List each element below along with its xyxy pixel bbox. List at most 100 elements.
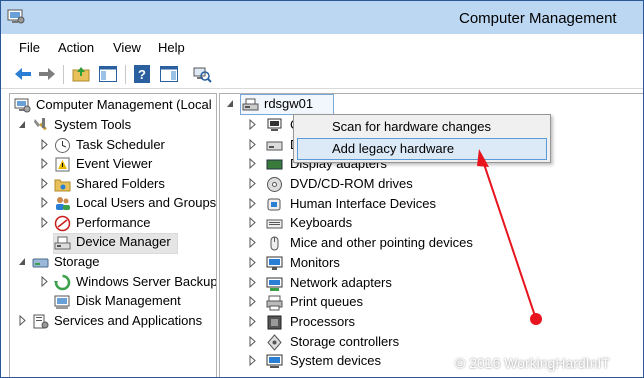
collapsed-arrow-icon[interactable] bbox=[248, 296, 257, 307]
disk-management-icon bbox=[54, 295, 70, 309]
device-category-label: Processors bbox=[290, 314, 356, 329]
add-legacy-hardware-item[interactable]: Add legacy hardware bbox=[332, 141, 454, 156]
tree-label: Services and Applications bbox=[54, 313, 203, 328]
tree-label: Local Users and Groups bbox=[76, 195, 217, 210]
device-category-label: Keyboards bbox=[290, 215, 353, 230]
display-adapter-icon bbox=[266, 159, 283, 170]
computer-management-window: Computer Management File Action View Hel… bbox=[0, 0, 644, 378]
disk-drive-icon bbox=[266, 141, 283, 151]
tree-label: Task Scheduler bbox=[76, 137, 165, 152]
collapsed-arrow-icon[interactable] bbox=[40, 217, 49, 228]
menu-view[interactable]: View bbox=[113, 40, 141, 55]
device-tree-root[interactable]: rdsgw01 bbox=[226, 94, 336, 115]
back-icon[interactable] bbox=[13, 64, 33, 84]
storage-icon bbox=[32, 258, 49, 268]
performance-icon bbox=[54, 215, 71, 232]
copyright-watermark: © 2016 WorkingHardInIT bbox=[455, 355, 610, 371]
context-menu: Scan for hardware changes Add legacy har… bbox=[293, 114, 551, 163]
printer-icon bbox=[266, 295, 283, 311]
toolbar-separator bbox=[125, 65, 126, 84]
help-icon[interactable]: ? bbox=[132, 64, 152, 84]
window-title: Computer Management bbox=[459, 10, 617, 27]
console-tree-pane: Computer Management (Local System Tools … bbox=[9, 93, 217, 377]
collapsed-arrow-icon[interactable] bbox=[40, 178, 49, 189]
processor-icon bbox=[267, 315, 282, 330]
tree-label: Storage bbox=[54, 254, 100, 269]
event-viewer-icon bbox=[55, 157, 70, 172]
device-category-label: Monitors bbox=[290, 255, 340, 270]
collapsed-arrow-icon[interactable] bbox=[40, 197, 49, 208]
backup-icon bbox=[54, 274, 71, 291]
device-category-label: System devices bbox=[290, 353, 382, 368]
device-category-label: Mice and other pointing devices bbox=[290, 235, 473, 250]
scan-for-hardware-changes-item[interactable]: Scan for hardware changes bbox=[332, 119, 491, 134]
shared-folder-icon bbox=[54, 179, 71, 192]
expanded-arrow-icon[interactable] bbox=[18, 119, 27, 130]
scan-hardware-icon[interactable] bbox=[192, 64, 212, 84]
collapsed-arrow-icon[interactable] bbox=[248, 139, 257, 150]
computer-management-app-icon[interactable] bbox=[7, 9, 25, 25]
title-bar: Computer Management bbox=[1, 1, 643, 34]
tree-label: Disk Management bbox=[76, 293, 181, 308]
device-category-label: DVD/CD-ROM drives bbox=[290, 176, 413, 191]
tree-label: Event Viewer bbox=[76, 156, 153, 171]
keyboard-icon bbox=[266, 219, 283, 229]
tree-label: Computer Management (Local bbox=[36, 97, 212, 112]
collapsed-arrow-icon[interactable] bbox=[40, 276, 49, 287]
collapsed-arrow-icon[interactable] bbox=[248, 217, 257, 228]
collapsed-arrow-icon[interactable] bbox=[248, 257, 257, 268]
collapsed-arrow-icon[interactable] bbox=[248, 178, 257, 189]
users-icon bbox=[56, 197, 70, 210]
tree-label: Device Manager bbox=[76, 234, 171, 249]
system-devices-icon bbox=[266, 354, 283, 368]
tree-node-computer-management[interactable]: Computer Management (Local bbox=[14, 96, 216, 115]
expanded-arrow-icon[interactable] bbox=[226, 98, 235, 109]
tree-label: System Tools bbox=[54, 117, 132, 132]
mouse-icon bbox=[270, 236, 279, 251]
show-hide-console-tree-icon[interactable] bbox=[98, 64, 118, 84]
dvd-drive-icon bbox=[267, 177, 282, 192]
collapsed-arrow-icon[interactable] bbox=[248, 355, 257, 366]
menu-bar: File Action View Help bbox=[1, 34, 643, 61]
collapsed-arrow-icon[interactable] bbox=[248, 316, 257, 327]
toolbar-separator bbox=[63, 65, 64, 84]
device-manager-icon bbox=[54, 236, 71, 250]
forward-icon[interactable] bbox=[37, 64, 57, 84]
svg-text:?: ? bbox=[138, 67, 146, 82]
collapsed-arrow-icon[interactable] bbox=[18, 315, 27, 326]
storage-controller-icon bbox=[267, 334, 282, 351]
computer-icon bbox=[267, 118, 282, 131]
clock-icon bbox=[55, 138, 70, 153]
up-folder-icon[interactable] bbox=[71, 64, 91, 84]
collapsed-arrow-icon[interactable] bbox=[248, 158, 257, 169]
system-tools-icon bbox=[34, 118, 47, 131]
services-icon bbox=[33, 314, 49, 329]
collapsed-arrow-icon[interactable] bbox=[40, 158, 49, 169]
human-interface-device-icon bbox=[267, 198, 281, 211]
collapsed-arrow-icon[interactable] bbox=[248, 237, 257, 248]
collapsed-arrow-icon[interactable] bbox=[40, 139, 49, 150]
computer-name: rdsgw01 bbox=[264, 96, 314, 111]
menu-file[interactable]: File bbox=[19, 40, 40, 55]
tree-label: Shared Folders bbox=[76, 176, 165, 191]
device-category-label: Print queues bbox=[290, 294, 363, 309]
menu-help[interactable]: Help bbox=[158, 40, 185, 55]
tree-label: Performance bbox=[76, 215, 151, 230]
tree-label: Windows Server Backup bbox=[76, 274, 217, 289]
collapsed-arrow-icon[interactable] bbox=[248, 198, 257, 209]
tree-node-system-tools[interactable]: System Tools bbox=[18, 116, 216, 135]
computer-icon bbox=[242, 98, 259, 111]
collapsed-arrow-icon[interactable] bbox=[248, 119, 257, 130]
network-adapter-icon bbox=[266, 277, 283, 291]
device-category-label: Network adapters bbox=[290, 275, 392, 290]
device-category-label: Human Interface Devices bbox=[290, 196, 436, 211]
toolbar: ? bbox=[1, 61, 643, 89]
menu-action[interactable]: Action bbox=[58, 40, 94, 55]
computer-management-icon bbox=[14, 98, 31, 113]
device-category-label: Storage controllers bbox=[290, 334, 400, 349]
collapsed-arrow-icon[interactable] bbox=[248, 277, 257, 288]
expanded-arrow-icon[interactable] bbox=[18, 256, 27, 267]
collapsed-arrow-icon[interactable] bbox=[248, 336, 257, 347]
properties-icon[interactable] bbox=[159, 64, 179, 84]
monitor-icon bbox=[266, 256, 283, 270]
